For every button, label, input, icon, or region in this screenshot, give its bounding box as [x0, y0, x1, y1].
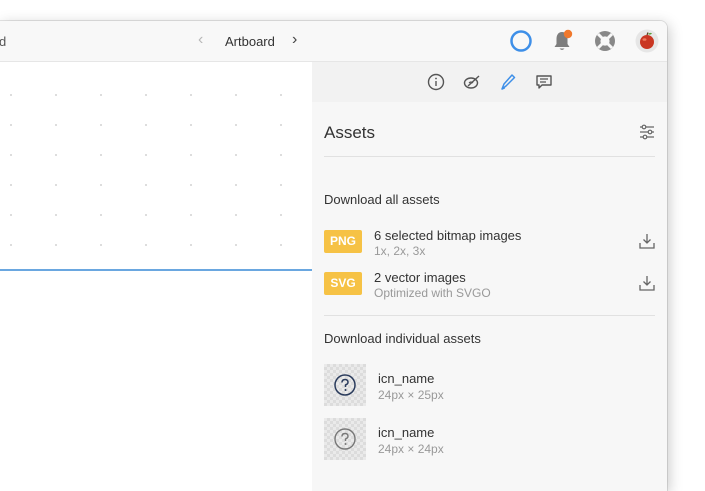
svg-bundle-subtitle: Optimized with SVGO — [374, 286, 491, 300]
asset-thumbnail[interactable] — [324, 418, 366, 460]
download-icon[interactable] — [638, 274, 656, 292]
question-mark-icon — [334, 428, 356, 450]
grid-dot — [280, 94, 282, 96]
grid-dot — [145, 124, 147, 126]
grid-dot — [10, 214, 12, 216]
properties-icon[interactable] — [462, 72, 482, 92]
grid-dot — [10, 94, 12, 96]
top-toolbar: d ‹ Artboard › — [0, 21, 667, 62]
grid-dot — [280, 244, 282, 246]
grid-dot — [145, 154, 147, 156]
grid-dot — [235, 184, 237, 186]
download-icon[interactable] — [638, 232, 656, 250]
download-individual-title: Download individual assets — [324, 331, 481, 346]
asset-name[interactable]: icn_name — [378, 371, 434, 386]
grid-dot — [190, 124, 192, 126]
grid-dot — [145, 214, 147, 216]
grid-dot — [280, 154, 282, 156]
grid-dot — [10, 184, 12, 186]
grid-dot — [235, 94, 237, 96]
comments-icon[interactable] — [534, 72, 554, 92]
grid-dot — [100, 214, 102, 216]
grid-dot — [55, 214, 57, 216]
artboard-title: Artboard — [225, 34, 275, 49]
grid-dot — [280, 184, 282, 186]
grid-dot — [235, 244, 237, 246]
grid-dot — [190, 94, 192, 96]
panel-title: Assets — [324, 123, 376, 142]
notification-bell-icon[interactable] — [550, 29, 574, 53]
divider — [324, 315, 655, 316]
grid-dot — [10, 154, 12, 156]
png-bundle-title: 6 selected bitmap images — [374, 228, 522, 243]
grid-dot — [145, 244, 147, 246]
svg-badge: SVG — [324, 272, 362, 295]
grid-dot — [190, 244, 192, 246]
asset-size: 24px × 25px — [378, 388, 444, 402]
asset-size: 24px × 24px — [378, 442, 444, 456]
grid-dot — [10, 244, 12, 246]
grid-dot — [235, 154, 237, 156]
info-icon[interactable] — [426, 72, 446, 92]
png-badge: PNG — [324, 230, 362, 253]
sliders-settings-icon[interactable] — [638, 123, 656, 141]
help-lifebuoy-icon[interactable] — [593, 29, 617, 53]
grid-dot — [55, 94, 57, 96]
grid-dot — [235, 214, 237, 216]
grid-dot — [280, 124, 282, 126]
artboard-canvas[interactable] — [0, 62, 312, 491]
grid-dot — [100, 94, 102, 96]
asset-name[interactable]: icn_name — [378, 425, 434, 440]
chevron-left-icon[interactable]: ‹ — [198, 31, 203, 49]
grid-dot — [190, 184, 192, 186]
app-window: d ‹ Artboard › Assets Download all asset… — [0, 21, 667, 491]
download-all-title: Download all assets — [324, 192, 440, 207]
png-bundle-subtitle: 1x, 2x, 3x — [374, 244, 426, 258]
asset-thumbnail[interactable] — [324, 364, 366, 406]
grid-dot — [55, 184, 57, 186]
grid-dot — [55, 154, 57, 156]
selection-line — [0, 269, 312, 271]
user-avatar[interactable] — [635, 29, 659, 53]
grid-dot — [100, 244, 102, 246]
divider — [324, 156, 655, 157]
grid-dot — [145, 94, 147, 96]
project-name-fragment: d — [0, 34, 7, 49]
inspector-panel: Assets Download all assets PNG 6 selecte… — [312, 62, 667, 491]
grid-dot — [190, 154, 192, 156]
inspector-tabbar — [312, 62, 667, 102]
status-ring-icon[interactable] — [509, 29, 533, 53]
grid-dot — [100, 124, 102, 126]
grid-dot — [100, 154, 102, 156]
grid-dot — [55, 124, 57, 126]
grid-dot — [145, 184, 147, 186]
code-pen-icon[interactable] — [498, 72, 518, 92]
question-mark-icon — [334, 374, 356, 396]
grid-dot — [190, 214, 192, 216]
grid-dot — [100, 184, 102, 186]
grid-dot — [235, 124, 237, 126]
grid-dot — [10, 124, 12, 126]
grid-dot — [280, 214, 282, 216]
chevron-right-icon[interactable]: › — [292, 31, 297, 49]
svg-bundle-title: 2 vector images — [374, 270, 466, 285]
grid-dot — [55, 244, 57, 246]
